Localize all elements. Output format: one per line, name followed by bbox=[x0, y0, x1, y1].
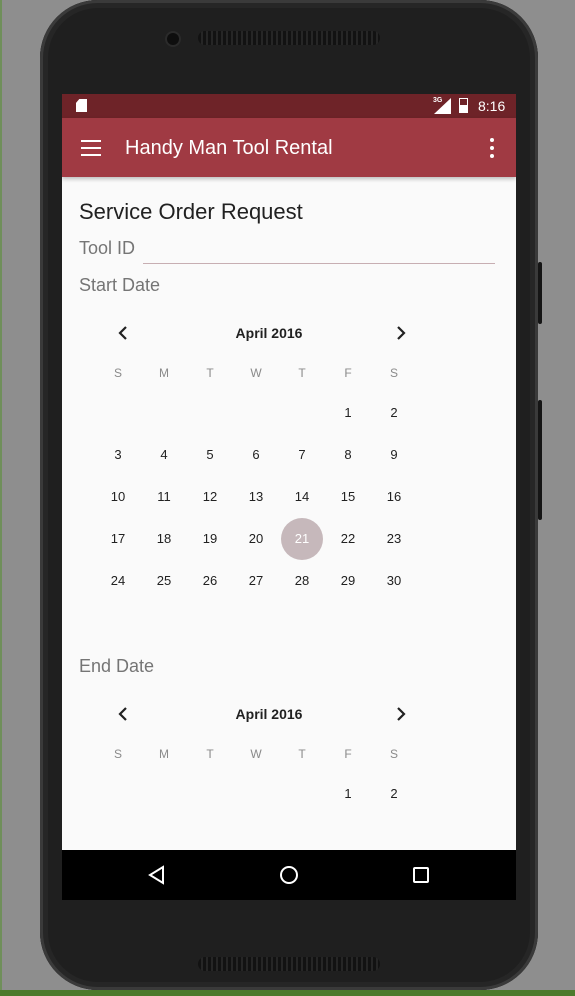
calendar-day[interactable]: 13 bbox=[235, 476, 277, 518]
weekday-label: T bbox=[206, 747, 214, 761]
power-button bbox=[538, 400, 542, 520]
calendar-day[interactable]: 4 bbox=[143, 434, 185, 476]
calendar-day[interactable]: 16 bbox=[373, 476, 415, 518]
calendar-day[interactable]: 9 bbox=[373, 434, 415, 476]
tool-id-input[interactable] bbox=[143, 233, 495, 264]
calendar-header: April 2016 bbox=[93, 313, 445, 353]
calendar-day[interactable]: 2 bbox=[373, 773, 415, 815]
hamburger-menu-icon[interactable] bbox=[81, 140, 101, 156]
weekday-label: T bbox=[298, 366, 306, 380]
calendar-day[interactable]: 17 bbox=[97, 518, 139, 560]
status-bar: 3G 8:16 bbox=[62, 94, 516, 118]
calendar-day[interactable]: 2 bbox=[373, 392, 415, 434]
earpiece-speaker bbox=[198, 31, 380, 45]
calendar-day[interactable]: 25 bbox=[143, 560, 185, 602]
calendar-day[interactable]: 12 bbox=[189, 476, 231, 518]
status-time: 8:16 bbox=[478, 98, 506, 114]
weekday-label: S bbox=[389, 747, 398, 761]
signal-icon bbox=[434, 98, 451, 114]
calendar-day[interactable]: 29 bbox=[327, 560, 369, 602]
calendar-day[interactable]: 3 bbox=[97, 434, 139, 476]
background-edge bbox=[0, 990, 575, 996]
weekday-label: S bbox=[389, 366, 398, 380]
calendar-day[interactable]: 18 bbox=[143, 518, 185, 560]
start-date-calendar: April 2016 S M T W T F S 1 2 3 4 5 6 7 8 9 10 11 12 13 14 15 1… bbox=[93, 313, 445, 613]
weekday-label: W bbox=[250, 747, 262, 761]
calendar-day[interactable]: 5 bbox=[189, 434, 231, 476]
front-camera bbox=[167, 33, 179, 45]
calendar-day[interactable]: 15 bbox=[327, 476, 369, 518]
weekday-label: S bbox=[113, 366, 122, 380]
weekday-label: T bbox=[298, 747, 306, 761]
weekday-label: F bbox=[344, 747, 352, 761]
sd-card-icon bbox=[76, 99, 87, 112]
tool-id-label: Tool ID bbox=[79, 238, 136, 258]
calendar-day[interactable]: 22 bbox=[327, 518, 369, 560]
end-date-label: End Date bbox=[79, 656, 155, 676]
phone-screen: 3G 8:16 Handy Man Tool Rental Service Or… bbox=[62, 94, 516, 900]
calendar-day[interactable]: 1 bbox=[327, 392, 369, 434]
calendar-day[interactable]: 14 bbox=[281, 476, 323, 518]
weekday-label: S bbox=[113, 747, 122, 761]
recents-icon[interactable] bbox=[413, 867, 429, 883]
calendar-day[interactable]: 6 bbox=[235, 434, 277, 476]
calendar-day[interactable]: 23 bbox=[373, 518, 415, 560]
end-date-calendar: April 2016 S M T W T F S 12 bbox=[93, 694, 445, 854]
calendar-day[interactable]: 10 bbox=[97, 476, 139, 518]
calendar-day[interactable]: 11 bbox=[143, 476, 185, 518]
calendar-header: April 2016 bbox=[93, 694, 445, 734]
home-icon[interactable] bbox=[279, 865, 299, 885]
calendar-day-selected[interactable]: 21 bbox=[281, 518, 323, 560]
weekday-label: W bbox=[250, 366, 262, 380]
calendar-day[interactable]: 26 bbox=[189, 560, 231, 602]
back-icon[interactable] bbox=[147, 865, 167, 885]
start-date-label: Start Date bbox=[79, 275, 161, 295]
calendar-day[interactable]: 1 bbox=[327, 773, 369, 815]
calendar-day[interactable]: 27 bbox=[235, 560, 277, 602]
background-edge bbox=[0, 0, 2, 990]
calendar-day[interactable]: 24 bbox=[97, 560, 139, 602]
volume-button bbox=[538, 262, 542, 324]
system-nav-bar bbox=[62, 850, 516, 900]
weekday-label: T bbox=[206, 366, 214, 380]
calendar-day[interactable]: 28 bbox=[281, 560, 323, 602]
page-title: Service Order Request bbox=[79, 199, 303, 224]
calendar-day[interactable]: 20 bbox=[235, 518, 277, 560]
chevron-right-icon[interactable] bbox=[391, 323, 411, 343]
form-content: Service Order Request Tool ID Start Date… bbox=[62, 177, 516, 850]
weekday-label: M bbox=[159, 747, 169, 761]
chevron-right-icon[interactable] bbox=[391, 704, 411, 724]
battery-icon bbox=[459, 98, 468, 113]
calendar-day[interactable]: 8 bbox=[327, 434, 369, 476]
calendar-day[interactable]: 7 bbox=[281, 434, 323, 476]
app-title: Handy Man Tool Rental bbox=[125, 137, 333, 159]
calendar-day[interactable]: 19 bbox=[189, 518, 231, 560]
calendar-day[interactable]: 30 bbox=[373, 560, 415, 602]
overflow-menu-icon[interactable] bbox=[487, 138, 497, 158]
weekday-label: M bbox=[159, 366, 169, 380]
bottom-speaker bbox=[198, 957, 380, 971]
weekday-label: F bbox=[344, 366, 352, 380]
app-bar: Handy Man Tool Rental bbox=[62, 118, 516, 177]
